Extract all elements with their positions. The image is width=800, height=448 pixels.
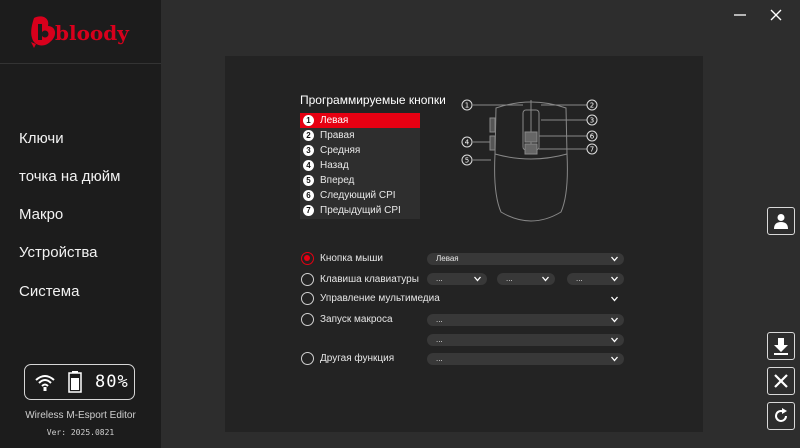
svg-text:bloody: bloody xyxy=(55,21,130,45)
close-icon xyxy=(774,374,788,388)
macro-mode-dropdown[interactable]: ... xyxy=(427,334,624,346)
diagram-label: 1 xyxy=(465,102,469,110)
dropdown-value: ... xyxy=(436,274,443,283)
nav-item-keys[interactable]: Ключи xyxy=(0,125,161,153)
button-number: 1 xyxy=(303,115,314,126)
radio-label: Клавиша клавиатуры xyxy=(320,274,419,285)
battery-status: 80% xyxy=(24,364,135,400)
nav-item-devices[interactable]: Устройства xyxy=(0,239,161,267)
wireless-icon xyxy=(35,375,55,391)
diagram-label: 7 xyxy=(590,146,594,154)
button-item-left[interactable]: 1 Левая xyxy=(300,113,420,128)
close-icon[interactable] xyxy=(769,8,783,22)
chevron-down-icon xyxy=(611,256,618,262)
macro-dropdown[interactable]: ... xyxy=(427,314,624,326)
chevron-down-icon xyxy=(611,337,618,343)
button-label: Назад xyxy=(320,160,349,171)
diagram-label: 4 xyxy=(465,139,470,147)
app-version: Ver: 2025.0821 xyxy=(46,428,115,437)
radio-label: Другая функция xyxy=(320,353,395,364)
button-item-middle[interactable]: 3 Средняя xyxy=(300,143,420,158)
button-item-right[interactable]: 2 Правая xyxy=(300,128,420,143)
key-settings-panel: Программируемые кнопки 1 Левая 2 Правая 3С… xyxy=(225,56,703,432)
button-number: 7 xyxy=(303,205,314,216)
button-label: Левая xyxy=(320,115,349,126)
button-label: Вперед xyxy=(320,175,355,186)
chevron-down-icon xyxy=(611,356,618,362)
download-icon xyxy=(774,338,788,355)
mouse-diagram: 1 2 3 4 5 6 7 xyxy=(461,99,598,222)
radio-circle[interactable] xyxy=(301,292,314,305)
keyboard-modifier-dropdown-1[interactable]: ... xyxy=(427,273,487,285)
radio-circle[interactable] xyxy=(301,273,314,286)
diagram-label: 2 xyxy=(590,102,594,110)
radio-label: Запуск макроса xyxy=(320,314,393,325)
nav-item-dpi[interactable]: точка на дюйм xyxy=(0,163,161,191)
dropdown-value: Левая xyxy=(436,254,459,263)
button-label: Предыдущий CPI xyxy=(320,205,401,216)
refresh-icon xyxy=(775,408,787,422)
radio-label: Кнопка мыши xyxy=(320,253,383,264)
logo-area: bloody xyxy=(0,0,161,64)
app-window: bloody Ключи точка на дюйм Макро Устройс… xyxy=(0,0,800,448)
dropdown-value: ... xyxy=(576,274,583,283)
diagram-label: 6 xyxy=(590,133,595,141)
other-function-dropdown[interactable]: ... xyxy=(427,353,624,365)
sidebar: bloody Ключи точка на дюйм Макро Устройс… xyxy=(0,0,161,448)
dropdown-value: ... xyxy=(436,335,443,344)
minimize-icon[interactable] xyxy=(733,8,747,22)
button-item-prev-cpi[interactable]: 7 Предыдущий CPI xyxy=(300,203,420,218)
button-label: Следующий CPI xyxy=(320,190,396,201)
keyboard-modifier-dropdown-2[interactable]: ... xyxy=(497,273,555,285)
cancel-button[interactable] xyxy=(767,367,795,395)
button-number: 4 xyxy=(303,160,314,171)
button-number: 5 xyxy=(303,175,314,186)
dropdown-value: ... xyxy=(436,315,443,324)
diagram-label: 5 xyxy=(465,157,469,165)
radio-circle[interactable] xyxy=(301,252,314,265)
keyboard-key-dropdown[interactable]: ... xyxy=(567,273,624,285)
battery-icon xyxy=(68,371,82,393)
panel-title: Программируемые кнопки xyxy=(300,93,446,107)
multimedia-dropdown[interactable]: ... xyxy=(427,293,624,305)
chevron-down-icon xyxy=(611,296,618,302)
dropdown-value: ... xyxy=(436,354,443,363)
button-item-next-cpi[interactable]: 6 Следующий CPI xyxy=(300,188,420,203)
nav-item-system[interactable]: Система xyxy=(0,278,161,306)
button-item-back[interactable]: 4 Назад xyxy=(300,158,420,173)
chevron-down-icon xyxy=(474,276,481,282)
dropdown-value: ... xyxy=(506,274,513,283)
user-icon xyxy=(774,214,788,229)
button-item-forward[interactable]: 5 Вперед xyxy=(300,173,420,188)
radio-circle[interactable] xyxy=(301,313,314,326)
chevron-down-icon xyxy=(542,276,549,282)
download-button[interactable] xyxy=(767,332,795,360)
diagram-label: 3 xyxy=(590,117,594,125)
battery-percent: 80% xyxy=(95,372,129,392)
button-number: 2 xyxy=(303,130,314,141)
chevron-down-icon xyxy=(611,317,618,323)
bloody-logo: bloody xyxy=(31,16,130,48)
button-number: 6 xyxy=(303,190,314,201)
radio-circle[interactable] xyxy=(301,352,314,365)
user-profile-button[interactable] xyxy=(767,207,795,235)
nav-item-macro[interactable]: Макро xyxy=(0,201,161,229)
reset-button[interactable] xyxy=(767,402,795,430)
mouse-button-dropdown[interactable]: Левая xyxy=(427,253,624,265)
chevron-down-icon xyxy=(611,276,618,282)
programmable-button-list: 1 Левая 2 Правая 3 Средняя 4 Назад 5 Вперед 6… xyxy=(300,113,420,219)
button-label: Правая xyxy=(320,130,355,141)
radio-label: Управление мультимедиа xyxy=(320,293,440,304)
app-name: Wireless M-Esport Editor xyxy=(25,410,136,421)
button-label: Средняя xyxy=(320,145,361,156)
button-number: 3 xyxy=(303,145,314,156)
